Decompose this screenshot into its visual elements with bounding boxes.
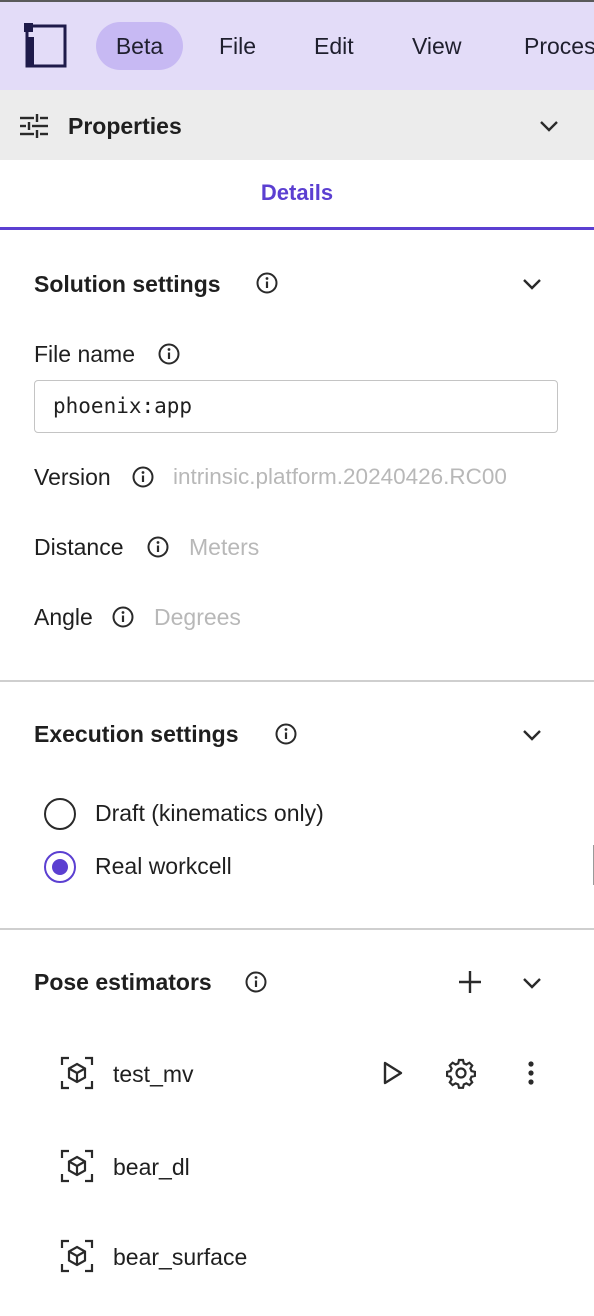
menu-process[interactable]: Process [524,22,594,70]
chevron-down-icon[interactable] [522,729,542,741]
pose-estimators-title: Pose estimators [34,969,212,995]
file-name-label: File name [34,341,135,367]
info-icon[interactable] [245,971,267,993]
more-vert-icon[interactable] [515,1057,547,1089]
menu-edit[interactable]: Edit [314,22,354,70]
radio-real-workcell-label[interactable]: Real workcell [95,850,232,882]
properties-title: Properties [68,113,182,139]
execution-settings-title: Execution settings [34,721,239,747]
cube-scan-icon [60,1149,94,1183]
info-icon[interactable] [147,536,169,558]
info-icon[interactable] [275,723,297,745]
info-icon[interactable] [132,466,154,488]
chevron-down-icon[interactable] [522,977,542,989]
play-icon[interactable] [376,1057,408,1089]
file-name-field[interactable]: phoenix:app [34,380,558,433]
pose-estimator-name: test_mv [113,1061,194,1087]
cube-scan-icon [60,1239,94,1273]
info-icon[interactable] [158,343,180,365]
section-divider [0,680,594,682]
app-logo-icon[interactable] [24,23,68,69]
cube-scan-icon [60,1056,94,1090]
info-icon[interactable] [112,606,134,628]
version-value: intrinsic.platform.20240426.RC00 [173,464,507,489]
distance-label: Distance [34,534,124,560]
properties-header[interactable]: Properties [0,90,594,160]
menu-bar: Beta File Edit View Process [0,0,594,90]
chevron-down-icon[interactable] [539,120,559,132]
tune-sliders-icon [20,114,48,138]
pose-estimator-name: bear_dl [113,1154,190,1180]
version-label: Version [34,464,111,490]
angle-unit-field[interactable]: Degrees [154,601,241,633]
section-divider [0,928,594,930]
pose-estimator-name: bear_surface [113,1244,248,1270]
add-icon[interactable] [454,966,486,998]
angle-label: Angle [34,604,93,630]
tab-details[interactable]: Details [0,160,594,230]
menu-beta[interactable]: Beta [96,22,183,70]
info-icon[interactable] [256,272,278,294]
radio-draft[interactable] [44,798,76,830]
radio-draft-label[interactable]: Draft (kinematics only) [95,797,324,829]
radio-real-workcell[interactable] [44,851,76,883]
menu-file[interactable]: File [219,22,256,70]
distance-unit-field[interactable]: Meters [189,531,259,563]
chevron-down-icon[interactable] [522,278,542,290]
menu-view[interactable]: View [412,22,461,70]
solution-settings-title: Solution settings [34,271,221,297]
gear-icon[interactable] [445,1057,477,1089]
